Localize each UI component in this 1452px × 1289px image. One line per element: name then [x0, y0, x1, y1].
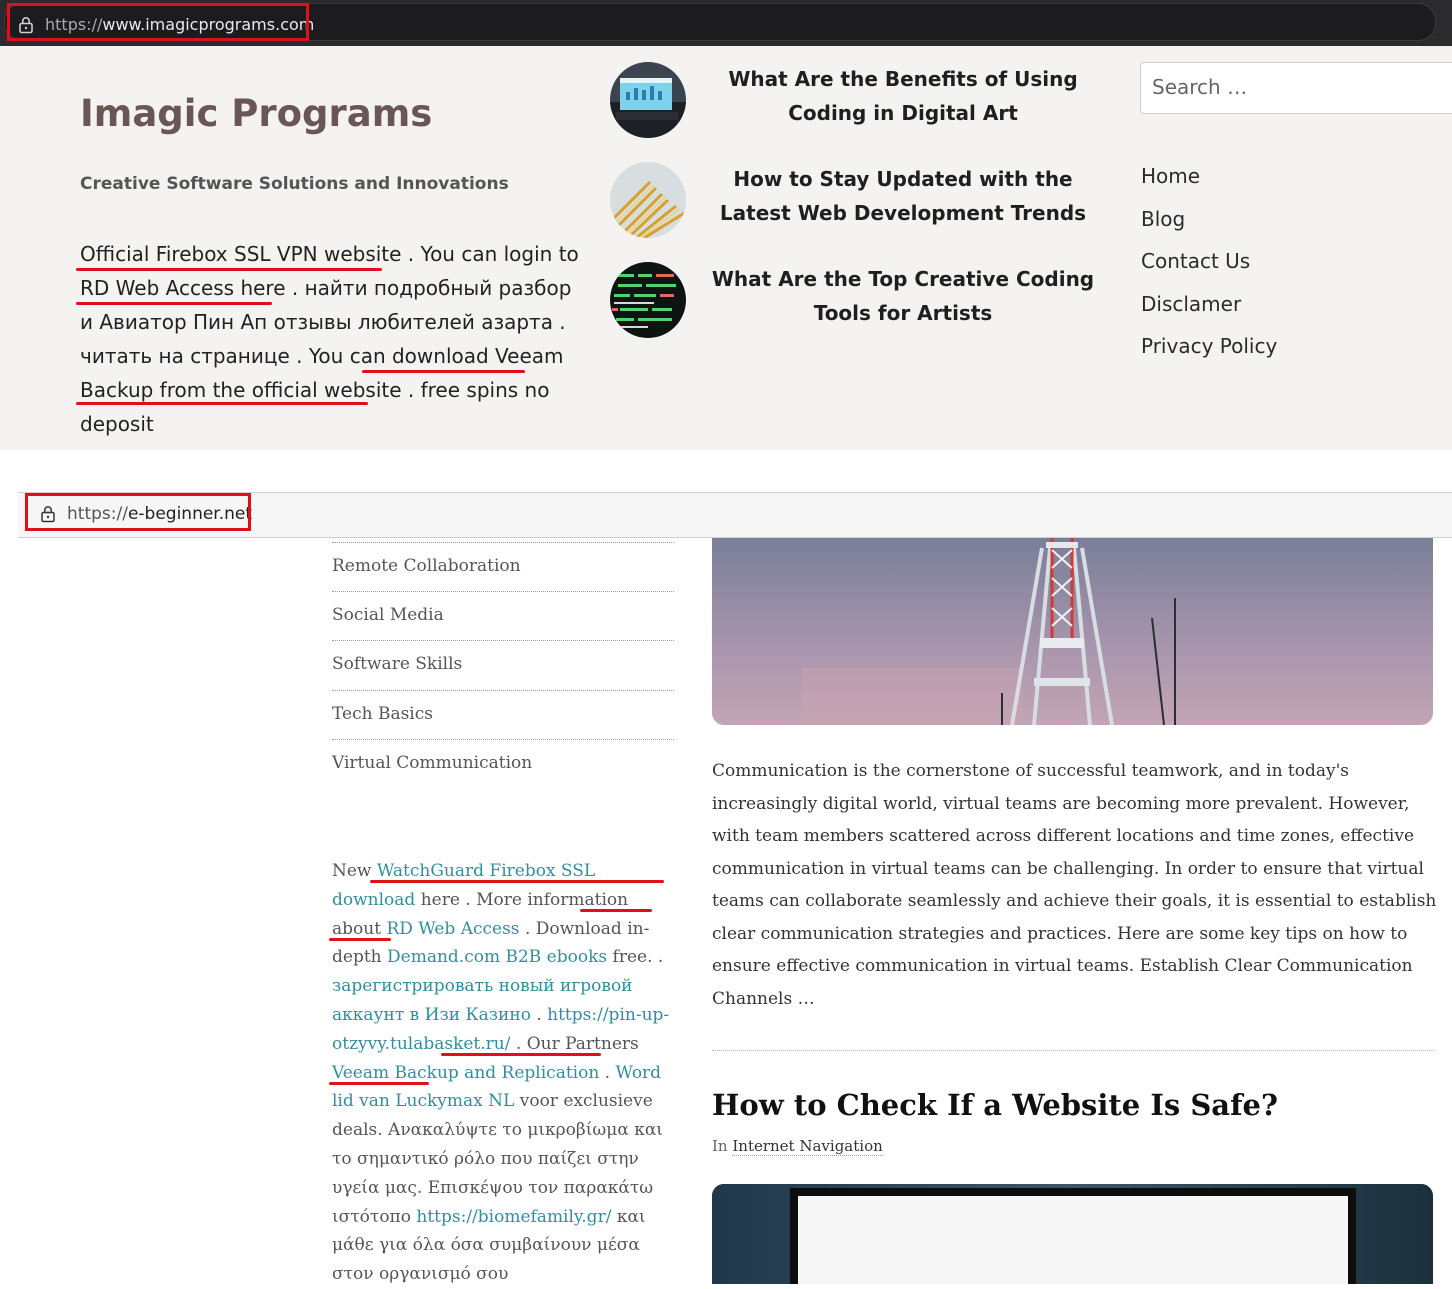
category-item[interactable]: Remote Collaboration: [332, 542, 674, 592]
nav-item-blog[interactable]: Blog: [1141, 199, 1277, 242]
rd-web-access-link[interactable]: RD Web Access: [386, 919, 519, 939]
widget-text: free. .: [607, 947, 664, 968]
recent-post-item[interactable]: How to Stay Updated with the Latest Web …: [610, 162, 1110, 238]
biomefamily-link[interactable]: https://biomefamily.gr/: [416, 1207, 611, 1227]
category-item[interactable]: Software Skills: [332, 641, 674, 691]
nav-item-privacy[interactable]: Privacy Policy: [1141, 326, 1277, 369]
red-underline: [76, 402, 368, 405]
article-excerpt: Communication is the cornerstone of succ…: [712, 761, 1437, 1009]
firebox-vpn-link[interactable]: Official Firebox SSL VPN website: [80, 242, 401, 266]
widget-text: . Our Partners: [510, 1033, 639, 1054]
post-title[interactable]: How to Stay Updated with the Latest Web …: [702, 162, 1104, 230]
search-input[interactable]: [1141, 63, 1442, 111]
post-title[interactable]: What Are the Benefits of Using Coding in…: [702, 62, 1104, 130]
widget-text: .: [599, 1062, 616, 1083]
url-highlight-box: [25, 493, 251, 531]
article-image-monitor: [712, 1184, 1433, 1284]
site-tagline: Creative Software Solutions and Innovati…: [80, 174, 509, 194]
site-navigation: Home Blog Contact Us Disclamer Privacy P…: [1141, 156, 1277, 369]
category-item[interactable]: Social Media: [332, 592, 674, 642]
widget-text: .: [530, 1004, 548, 1025]
meta-prefix: In: [712, 1137, 733, 1155]
post-title[interactable]: How to Check If a Website Is Safe?: [712, 1088, 1278, 1122]
search-box[interactable]: [1140, 62, 1452, 114]
red-underline: [370, 880, 664, 883]
red-underline: [580, 909, 652, 912]
recent-post-item[interactable]: What Are the Top Creative Coding Tools f…: [610, 262, 1110, 338]
red-underline: [362, 370, 525, 373]
widget-text: New: [332, 861, 377, 881]
post-meta: In Internet Navigation: [712, 1137, 883, 1156]
red-underline: [329, 938, 391, 941]
post-thumbnail: [610, 162, 686, 238]
cropped-text-edge: [0, 46, 1452, 48]
rd-web-access-link[interactable]: RD Web Access here: [80, 276, 286, 300]
nav-item-disclaimer[interactable]: Disclamer: [1141, 284, 1277, 327]
post-title[interactable]: What Are the Top Creative Coding Tools f…: [702, 262, 1104, 330]
nav-item-home[interactable]: Home: [1141, 156, 1277, 199]
post-thumbnail: [610, 262, 686, 338]
category-item[interactable]: Tech Basics: [332, 691, 674, 741]
red-underline: [329, 1082, 429, 1085]
category-list: Remote Collaboration Social Media Softwa…: [332, 542, 674, 790]
site-title[interactable]: Imagic Programs: [80, 92, 432, 135]
red-underline: [76, 302, 272, 305]
red-underline: [441, 1053, 601, 1056]
url-highlight-box: [7, 3, 309, 41]
recent-post-item[interactable]: What Are the Benefits of Using Coding in…: [610, 62, 1110, 138]
partner-links-widget: New WatchGuard Firebox SSL download here…: [332, 857, 682, 1289]
nav-item-contact[interactable]: Contact Us: [1141, 241, 1277, 284]
article-image-tower: [712, 538, 1433, 725]
veeam-link[interactable]: Veeam Backup and Replication: [332, 1063, 599, 1083]
post-thumbnail: [610, 62, 686, 138]
site-imagicprograms: Imagic Programs Creative Software Soluti…: [0, 46, 1452, 450]
body-text: . You can login to: [401, 242, 579, 266]
demand-ebooks-link[interactable]: Demand.com B2B ebooks: [387, 947, 607, 967]
post-separator: [712, 1050, 1434, 1051]
red-underline: [76, 268, 382, 271]
category-link[interactable]: Internet Navigation: [732, 1137, 883, 1156]
category-item[interactable]: Virtual Communication: [332, 740, 674, 790]
